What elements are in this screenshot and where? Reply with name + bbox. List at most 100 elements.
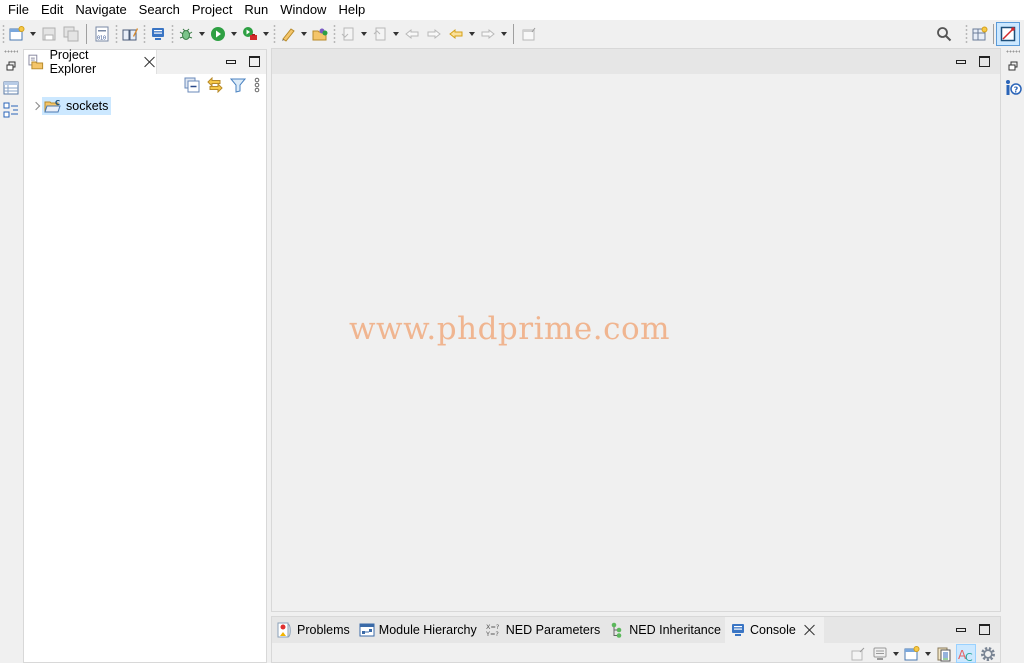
pencil-dropdown[interactable] <box>299 23 309 45</box>
forward-edit-icon <box>427 28 441 40</box>
menu-project[interactable]: Project <box>186 0 238 20</box>
expand-chevron-icon[interactable] <box>32 101 42 111</box>
close-icon[interactable] <box>804 624 816 636</box>
pin-console-button[interactable] <box>848 644 868 663</box>
forward-dropdown[interactable] <box>499 23 509 45</box>
view-menu-icon[interactable] <box>252 77 262 93</box>
restore-icon <box>6 61 16 71</box>
back-dropdown[interactable] <box>467 23 477 45</box>
tab-project-explorer[interactable]: Project Explorer <box>24 48 157 76</box>
save-icon <box>42 27 56 41</box>
filter-icon[interactable] <box>230 77 246 93</box>
editor-minimize-button[interactable] <box>956 59 966 64</box>
menu-file[interactable]: File <box>2 0 35 20</box>
open-folder-button[interactable] <box>309 23 331 45</box>
gear-icon <box>981 646 995 661</box>
save-all-button[interactable] <box>60 23 82 45</box>
minimize-button[interactable] <box>226 59 236 64</box>
restore-button[interactable] <box>2 57 20 75</box>
left-trim-bar <box>0 48 22 663</box>
copy-console-button[interactable] <box>934 644 954 663</box>
save-button[interactable] <box>38 23 60 45</box>
menu-edit[interactable]: Edit <box>35 0 69 20</box>
menu-search[interactable]: Search <box>133 0 186 20</box>
hierarchy-view-button[interactable] <box>2 101 20 119</box>
tree-item-sockets[interactable]: C sockets <box>42 97 112 115</box>
back-button[interactable] <box>445 23 467 45</box>
last-edit-button[interactable] <box>401 23 423 45</box>
project-explorer-tabbar: Project Explorer <box>24 48 266 76</box>
external-tools-button[interactable] <box>239 23 261 45</box>
previous-annotation-icon <box>373 27 386 41</box>
open-console-dropdown[interactable] <box>924 652 932 656</box>
debug-dropdown[interactable] <box>197 23 207 45</box>
external-tools-dropdown[interactable] <box>261 23 271 45</box>
help-view-button[interactable]: ? <box>1004 79 1022 97</box>
pin-editor-button[interactable] <box>518 23 540 45</box>
search-button[interactable] <box>933 23 955 45</box>
clipboard-icon <box>937 647 951 661</box>
menu-window[interactable]: Window <box>274 0 332 20</box>
console-icon <box>731 624 744 636</box>
debug-button[interactable] <box>175 23 197 45</box>
run-dropdown[interactable] <box>229 23 239 45</box>
run-button[interactable] <box>207 23 229 45</box>
maximize-button[interactable] <box>249 56 260 67</box>
bottom-panel: Problems Module Hierarchy X=? Y=? NED Par… <box>271 616 1001 663</box>
tab-ned-parameters[interactable]: X=? Y=? NED Parameters <box>481 617 604 643</box>
display-button[interactable] <box>147 23 169 45</box>
tab-console[interactable]: Console <box>724 617 824 643</box>
open-perspective-icon <box>972 26 988 41</box>
forward-edit-button[interactable] <box>423 23 445 45</box>
menu-help[interactable]: Help <box>332 0 371 20</box>
bottom-minimize-button[interactable] <box>956 627 966 632</box>
next-annotation-dropdown[interactable] <box>359 23 369 45</box>
forward-icon <box>481 28 495 40</box>
open-console-button[interactable] <box>902 644 922 663</box>
display-console-dropdown[interactable] <box>892 652 900 656</box>
next-annotation-button[interactable] <box>337 23 359 45</box>
tab-problems[interactable]: Problems <box>272 617 354 643</box>
previous-annotation-dropdown[interactable] <box>391 23 401 45</box>
new-dropdown[interactable] <box>28 23 38 45</box>
menu-navigate[interactable]: Navigate <box>69 0 132 20</box>
watermark-text: www.phdprime.com <box>349 311 671 347</box>
external-tools-icon <box>243 27 257 40</box>
binary-file-button[interactable]: 010 <box>91 23 113 45</box>
close-icon[interactable] <box>144 56 156 68</box>
new-icon <box>9 26 25 41</box>
previous-annotation-button[interactable] <box>369 23 391 45</box>
project-explorer-panel: Project Explorer C sockets <box>23 48 267 663</box>
forward-button[interactable] <box>477 23 499 45</box>
link-with-editor-icon[interactable] <box>206 77 224 93</box>
search-icon <box>937 27 952 42</box>
word-wrap-toggle[interactable]: AC <box>956 644 976 663</box>
new-button[interactable] <box>6 23 28 45</box>
bottom-maximize-button[interactable] <box>979 624 990 635</box>
ned-parameters-icon: X=?Y=? <box>486 623 499 638</box>
pencil-button[interactable] <box>277 23 299 45</box>
tab-module-hierarchy[interactable]: Module Hierarchy <box>354 617 481 643</box>
console-settings-button[interactable] <box>978 644 998 663</box>
project-explorer-toolbar <box>184 77 262 93</box>
ned-inheritance-icon <box>611 622 622 638</box>
collapse-all-icon[interactable] <box>184 77 200 93</box>
editor-maximize-button[interactable] <box>979 56 990 67</box>
help-icon: ? <box>1006 80 1022 95</box>
display-console-button[interactable] <box>870 644 890 663</box>
tab-ned-inheritance[interactable]: NED Inheritance <box>604 617 725 643</box>
right-restore-button[interactable] <box>1004 57 1022 75</box>
open-editor-button[interactable] <box>119 23 141 45</box>
display-console-icon <box>873 647 887 660</box>
omnet-perspective-button[interactable] <box>996 22 1020 46</box>
svg-text:?: ? <box>1014 86 1019 95</box>
display-icon <box>152 28 164 40</box>
tab-label: Problems <box>297 623 350 637</box>
c-project-folder-icon: C <box>44 99 61 113</box>
menu-run[interactable]: Run <box>238 0 274 20</box>
problems-icon <box>277 622 291 638</box>
open-perspective-button[interactable] <box>969 23 991 45</box>
run-icon <box>211 27 225 41</box>
outline-view-button[interactable] <box>2 79 20 97</box>
svg-text:C: C <box>55 99 60 107</box>
